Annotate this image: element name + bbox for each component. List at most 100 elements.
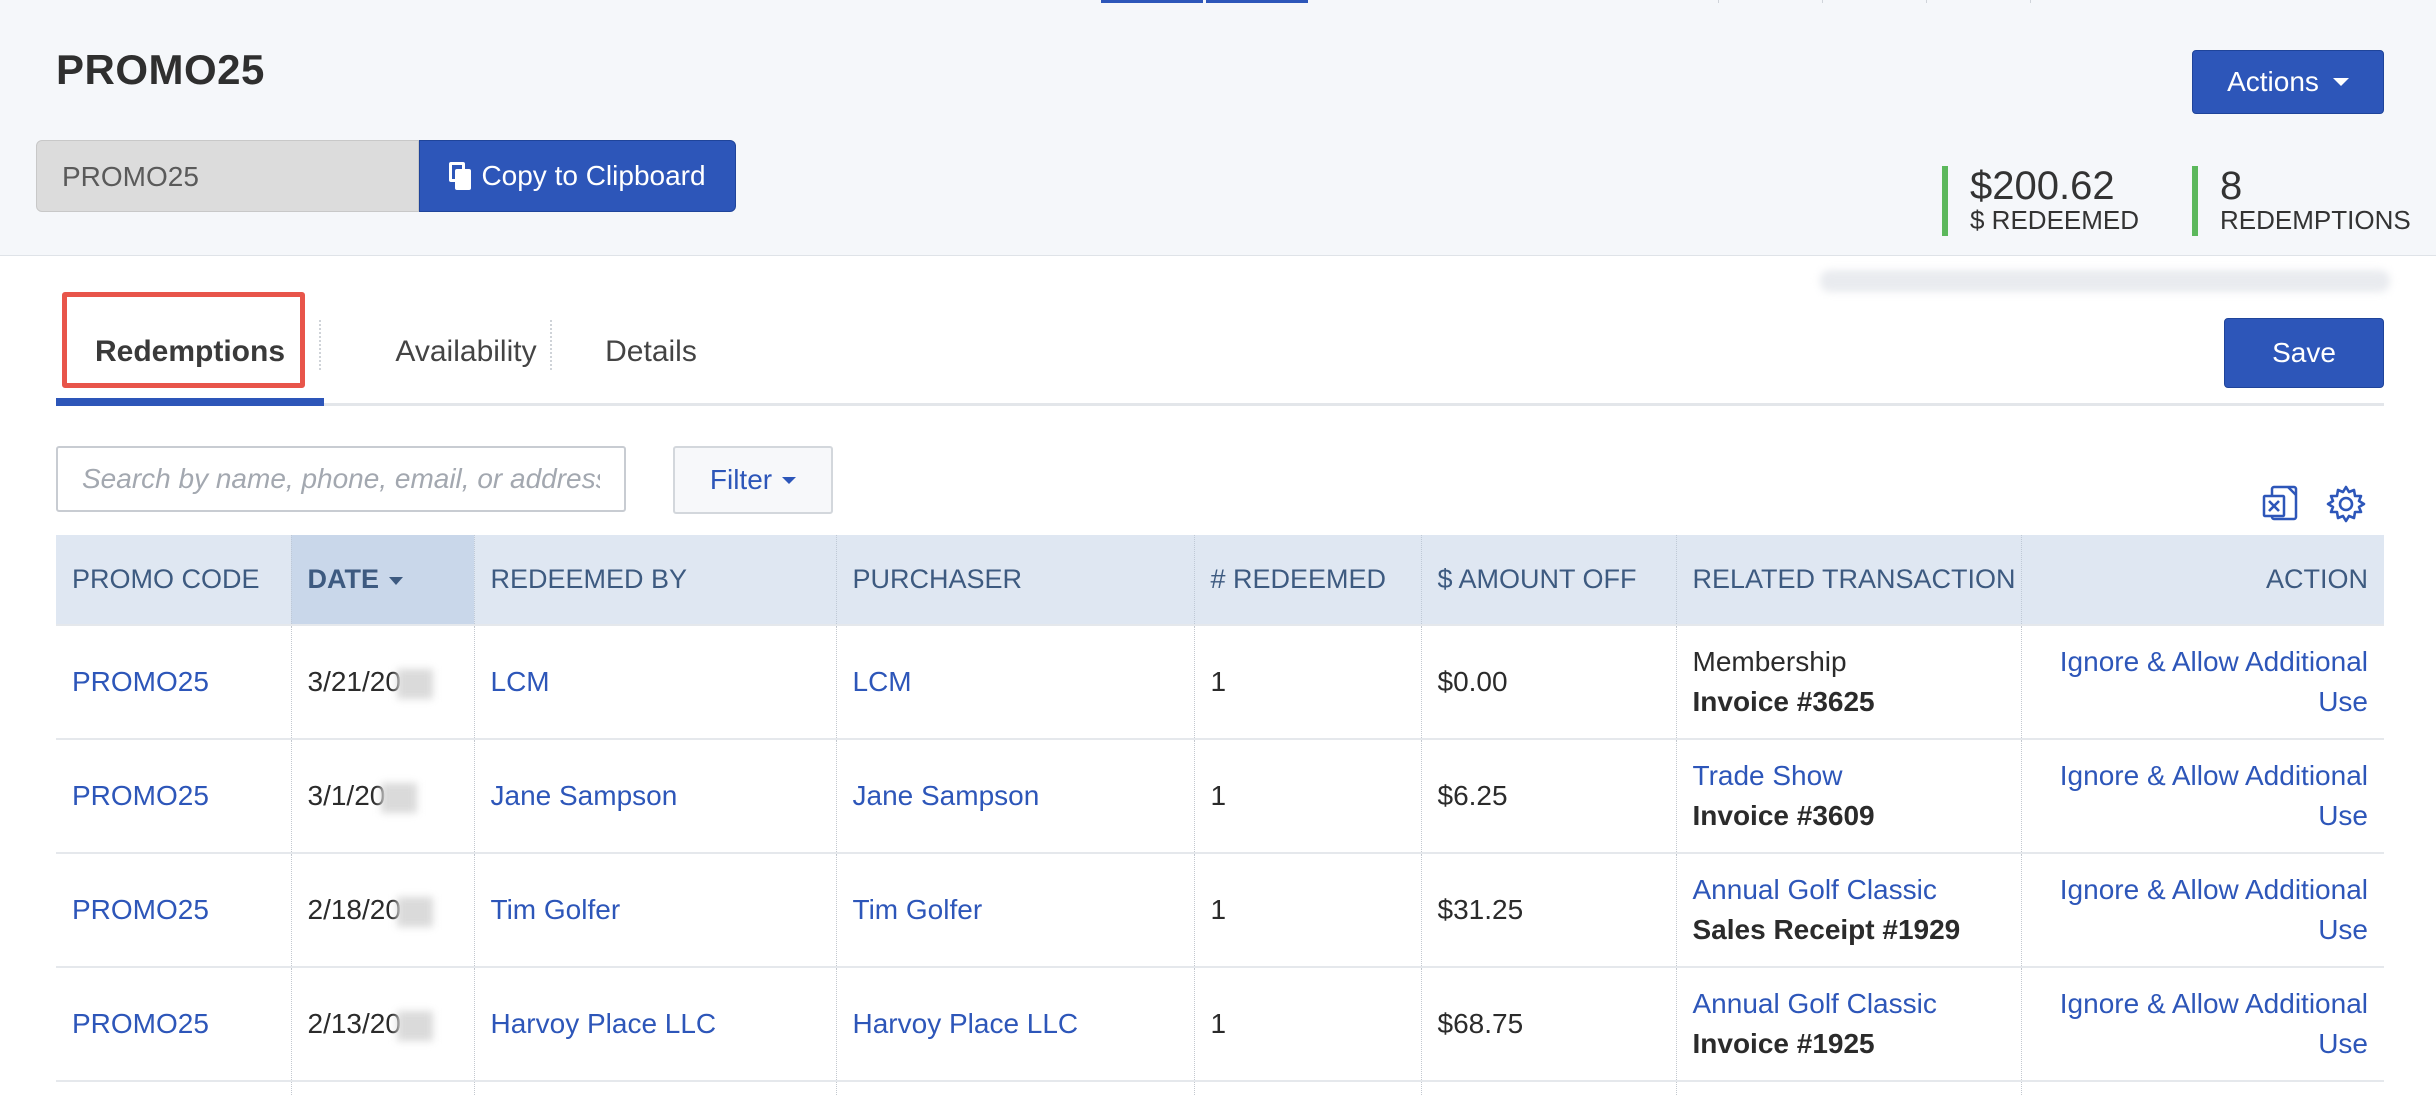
- cell-date: 3/21/20: [290, 624, 474, 739]
- actions-button-label: Actions: [2227, 66, 2319, 97]
- stat-redemptions: 8 REDEMPTIONS: [2192, 166, 2411, 236]
- redeemed-by-link[interactable]: Jane Sampson: [491, 780, 678, 811]
- transaction-reference: Sales Receipt #1929: [1692, 914, 1961, 945]
- cell-purchaser: Jane Sampson: [835, 738, 1194, 853]
- actions-dropdown-button[interactable]: Actions: [2192, 50, 2384, 114]
- filter-button-label: Filter: [709, 464, 773, 495]
- cell-action: Ignore & Allow Additional Use: [2020, 852, 2384, 967]
- ignore-allow-additional-use-link[interactable]: Ignore & Allow Additional Use: [2060, 646, 2368, 717]
- promo-code-field[interactable]: PROMO25: [36, 140, 419, 212]
- cell-related-transaction: Membership Invoice #3625: [1675, 624, 2021, 739]
- tab-separator: [319, 320, 321, 370]
- page-header: PROMO25 PROMO25 Copy to Clipboard Action…: [0, 0, 2436, 256]
- stat-value: 8: [2220, 164, 2243, 208]
- cell-amount-off: $6.25: [1420, 738, 1676, 853]
- tab-label: Redemptions: [94, 334, 286, 368]
- column-header-amount-off[interactable]: $ AMOUNT OFF: [1420, 535, 1676, 625]
- tab-separator: [550, 320, 552, 370]
- transaction-name[interactable]: Annual Golf Classic: [1693, 984, 2005, 1024]
- transaction-name[interactable]: Trade Show: [1693, 756, 2005, 796]
- excel-export-icon[interactable]: [2262, 484, 2300, 524]
- tab-bar: Redemptions Availability Details: [56, 292, 2384, 406]
- cell-redeemed-by: Jane Sampson: [473, 738, 836, 853]
- ignore-allow-additional-use-link[interactable]: Ignore & Allow Additional Use: [2060, 988, 2368, 1059]
- top-nav-separator: [1822, 0, 1823, 3]
- top-nav-separator: [2030, 0, 2031, 3]
- cell-promo-code: PROMO25: [56, 852, 291, 967]
- column-header-num-redeemed[interactable]: # REDEEMED: [1193, 535, 1421, 625]
- column-header-purchaser[interactable]: PURCHASER: [835, 535, 1194, 625]
- transaction-reference: Invoice #1925: [1692, 1028, 1875, 1059]
- stat-value: $200.62: [1970, 164, 2115, 208]
- transaction-reference: Invoice #3625: [1692, 686, 1875, 717]
- cell-num-redeemed: 1: [1193, 624, 1421, 739]
- transaction-name: Membership: [1692, 646, 1847, 677]
- table-row: PROMO25 2/18/20 Tim Golfer Tim Golfer 1 $31.2…: [56, 852, 2384, 967]
- purchaser-link[interactable]: LCM: [853, 666, 912, 697]
- cell-num-redeemed: 1: [1193, 966, 1421, 1081]
- top-nav-separator: [1718, 0, 1719, 3]
- purchaser-link[interactable]: Harvoy Place LLC: [853, 1008, 1079, 1039]
- top-nav-separator: [1926, 0, 1927, 3]
- cell-promo-code: PROMO25: [56, 738, 291, 853]
- redeemed-by-link[interactable]: LCM: [491, 666, 550, 697]
- redeemed-by-link[interactable]: Harvoy Place LLC: [491, 1008, 717, 1039]
- redacted-year: [396, 668, 433, 699]
- date-text: 2/18/20: [307, 894, 401, 925]
- purchaser-link[interactable]: Tim Golfer: [853, 894, 983, 925]
- column-header-related-transaction[interactable]: RELATED TRANSACTION: [1675, 535, 2021, 625]
- redacted-year: [396, 896, 433, 927]
- promo-code-link[interactable]: PROMO25: [72, 666, 209, 697]
- date-text: 3/1/20: [307, 780, 386, 811]
- transaction-reference: Invoice #3609: [1692, 800, 1875, 831]
- column-header-date[interactable]: DATE: [290, 535, 474, 625]
- caret-down-icon: [782, 476, 797, 484]
- table-body: PROMO25 3/21/20 LCM LCM 1 $0.00 Membership Invo…: [56, 624, 2384, 1096]
- table-row: PROMO25 3/1/20 Jane Sampson Jane Sampson 1 $6…: [56, 738, 2384, 853]
- redacted-year: [381, 782, 418, 813]
- cell-amount-off: $68.75: [1420, 966, 1676, 1081]
- gear-icon[interactable]: [2326, 484, 2366, 524]
- cell-num-redeemed: 1: [1193, 852, 1421, 967]
- tab-details[interactable]: Details: [556, 300, 746, 403]
- column-header-action: ACTION: [2020, 535, 2384, 625]
- copy-to-clipboard-button[interactable]: Copy to Clipboard: [419, 140, 736, 212]
- cell-date: 3/1/20: [290, 738, 474, 853]
- cell-purchaser: Tim Golfer: [835, 852, 1194, 967]
- cell-action: Ignore & Allow Additional Use: [2020, 738, 2384, 853]
- ignore-allow-additional-use-link[interactable]: Ignore & Allow Additional Use: [2060, 874, 2368, 945]
- promo-code-link[interactable]: PROMO25: [72, 1008, 209, 1039]
- column-header-redeemed-by[interactable]: REDEEMED BY: [473, 535, 836, 625]
- tab-label: Details: [605, 334, 697, 368]
- filter-dropdown-button[interactable]: Filter: [673, 446, 833, 514]
- copy-icon: [449, 162, 472, 190]
- cell-related-transaction: Annual Golf Classic Invoice #1925: [1675, 966, 2021, 1081]
- tab-label: Availability: [395, 334, 537, 368]
- purchaser-link[interactable]: Jane Sampson: [853, 780, 1040, 811]
- cell-promo-code: PROMO25: [56, 624, 291, 739]
- tab-redemptions[interactable]: Redemptions: [56, 300, 324, 403]
- copy-button-label: Copy to Clipboard: [481, 160, 706, 191]
- search-input[interactable]: [56, 446, 626, 512]
- active-tab-indicator: [56, 398, 324, 406]
- cell-redeemed-by: Tim Golfer: [473, 852, 836, 967]
- cell-date: 2/18/20: [290, 852, 474, 967]
- cell-related-transaction: Trade Show Invoice #3609: [1675, 738, 2021, 853]
- column-header-promo-code[interactable]: PROMO CODE: [56, 535, 291, 625]
- cell-redeemed-by: LCM: [473, 624, 836, 739]
- redeemed-by-link[interactable]: Tim Golfer: [491, 894, 621, 925]
- transaction-name[interactable]: Annual Golf Classic: [1693, 870, 2005, 910]
- cell-purchaser: LCM: [835, 624, 1194, 739]
- table-row-partial: [56, 1080, 2384, 1096]
- redemptions-table: PROMO CODE DATE REDEEMED BY PURCHASER # …: [56, 535, 2384, 1096]
- redacted-text: [1820, 270, 2390, 292]
- save-button[interactable]: Save: [2224, 318, 2384, 388]
- promo-code-link[interactable]: PROMO25: [72, 894, 209, 925]
- promo-code-link[interactable]: PROMO25: [72, 780, 209, 811]
- ignore-allow-additional-use-link[interactable]: Ignore & Allow Additional Use: [2060, 760, 2368, 831]
- date-text: 3/21/20: [307, 666, 401, 697]
- sort-descending-icon: [389, 576, 403, 585]
- cell-amount-off: $0.00: [1420, 624, 1676, 739]
- table-row: PROMO25 3/21/20 LCM LCM 1 $0.00 Membership Invo…: [56, 624, 2384, 739]
- table-row: PROMO25 2/13/20 Harvoy Place LLC Harvoy Pla…: [56, 966, 2384, 1081]
